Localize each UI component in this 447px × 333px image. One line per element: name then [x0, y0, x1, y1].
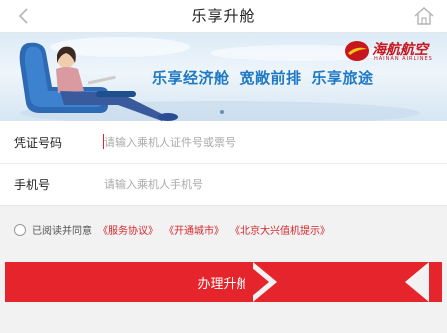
banner-pagination[interactable]: [220, 99, 224, 118]
upgrade-page: 乐享升舱 海航航空 HAINAN AIRLINES 乐享经济舱 宽敞前排 乐享旅…: [0, 0, 447, 333]
submit-area: 办理升舱: [5, 262, 442, 302]
arrow-right-inner-decoration: [245, 262, 269, 302]
top-nav-bar: 乐享升舱: [0, 0, 447, 33]
slogan-economy: 乐享经济舱: [152, 69, 230, 87]
phone-row: 手机号: [0, 163, 447, 205]
upgrade-form: 凭证号码 手机号: [0, 121, 447, 206]
agreement-radio[interactable]: [14, 224, 26, 236]
submit-label: 办理升舱: [197, 277, 250, 292]
arrow-left-decoration-icon: [405, 262, 429, 302]
voucher-number-input[interactable]: [104, 132, 424, 152]
airline-emblem-icon: [345, 41, 369, 61]
voucher-row: 凭证号码: [0, 121, 447, 164]
text-cursor: [103, 134, 104, 149]
pagination-dot[interactable]: [220, 110, 224, 114]
open-cities-link[interactable]: 《开通城市》: [164, 222, 224, 237]
airline-logo-subtext: HAINAN AIRLINES: [374, 56, 433, 62]
slogan-journey: 乐享旅途: [311, 69, 374, 87]
service-agreement-link[interactable]: 《服务协议》: [98, 222, 158, 237]
promo-banner[interactable]: 海航航空 HAINAN AIRLINES 乐享经济舱 宽敞前排 乐享旅途: [0, 33, 447, 121]
voucher-label: 凭证号码: [14, 136, 63, 150]
page-title: 乐享升舱: [191, 7, 256, 25]
banner-slogan: 乐享经济舱 宽敞前排 乐享旅途: [152, 67, 384, 88]
upgrade-submit-button[interactable]: 办理升舱: [5, 262, 442, 302]
home-icon[interactable]: [413, 5, 435, 27]
phone-number-input[interactable]: [104, 174, 424, 194]
phone-label: 手机号: [14, 178, 51, 192]
slogan-front-row: 宽敞前排: [239, 69, 302, 87]
agreement-prefix: 已阅读并同意: [32, 226, 92, 237]
airline-logo: 海航航空 HAINAN AIRLINES: [344, 37, 444, 65]
daxing-checkin-tips-link[interactable]: 《北京大兴值机提示》: [230, 222, 330, 237]
